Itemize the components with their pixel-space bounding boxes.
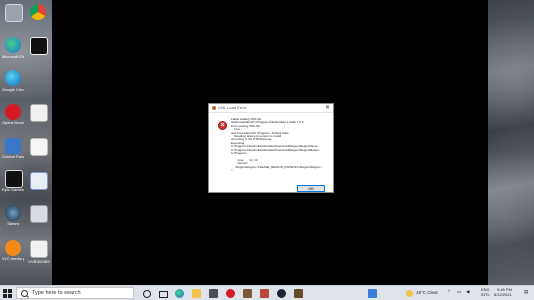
file-icon[interactable] [30,240,48,258]
desktop-label: Control Panel [2,155,24,159]
opera-taskbar-icon[interactable] [226,289,235,298]
desktop-label: UVB3DOBS [28,260,50,264]
clock-date[interactable]: 8/12/2021 [494,292,512,297]
app-icon[interactable] [30,37,48,55]
tray-chevron-icon[interactable]: ^ [448,289,450,294]
desktop-label: Steam [7,222,19,226]
weather-moon-icon[interactable] [406,290,413,297]
search-icon [21,290,28,297]
game-taskbar-icon[interactable] [260,289,269,298]
document-icon[interactable] [30,138,48,156]
task-view-icon[interactable] [158,289,168,298]
language-indicator-sub: INTL [481,292,490,297]
app-icon [212,106,216,110]
desktop-wallpaper-right [488,0,534,285]
volume-icon[interactable]: ◀ [466,289,469,295]
control-panel-icon[interactable] [5,138,21,154]
vlc-icon[interactable] [5,240,21,256]
edge-icon[interactable] [5,37,21,53]
edge-taskbar-icon[interactable] [175,289,184,298]
weather-text[interactable]: 19°C Clear [416,290,438,295]
xml-load-error-dialog: XML Load Error ✕ × Failed loading XML fi… [208,103,334,193]
explorer-taskbar-icon[interactable] [368,289,377,298]
recycle-bin-icon[interactable] [5,4,23,22]
dialog-title: XML Load Error [218,105,247,110]
close-icon[interactable]: ✕ [325,104,330,113]
taskbar: Type here to search 19°C Clear ^ ▭ ◀ ENG… [0,285,534,300]
file-explorer-icon[interactable] [192,289,201,298]
search-placeholder: Type here to search [32,290,81,296]
desktop-label: Epic Games Launcher [2,188,24,192]
chrome-icon[interactable] [30,4,46,20]
epic-games-icon[interactable] [5,170,23,188]
steam-icon[interactable] [5,205,21,221]
windows-start-icon[interactable] [3,289,12,298]
cortana-icon[interactable] [142,289,151,298]
app-taskbar-icon-2[interactable] [294,289,303,298]
desktop-label: Google Chrome [2,88,24,92]
opera-icon[interactable] [5,104,21,120]
store-icon[interactable] [209,289,218,298]
error-icon: × [218,121,227,130]
file-icon[interactable] [30,104,48,122]
program-icon[interactable] [30,205,48,223]
edge-alt-icon[interactable] [5,70,21,86]
desktop-label: Opera Browser [2,121,24,125]
notification-icon[interactable]: ▤ [524,289,528,295]
ok-button[interactable]: OK [297,185,325,192]
network-icon[interactable]: ▭ [457,289,461,295]
error-message: Failed loading XML file andCoreaddons/C:… [231,117,322,173]
search-box[interactable]: Type here to search [16,287,134,299]
app-taskbar-icon[interactable] [243,289,252,298]
dialog-titlebar[interactable]: XML Load Error ✕ [209,104,333,113]
steam-taskbar-icon[interactable] [277,289,286,298]
desktop-label: Microsoft Edge [2,55,24,59]
desktop-label: VLC media player [2,257,24,261]
shortcut-icon[interactable] [30,172,48,190]
